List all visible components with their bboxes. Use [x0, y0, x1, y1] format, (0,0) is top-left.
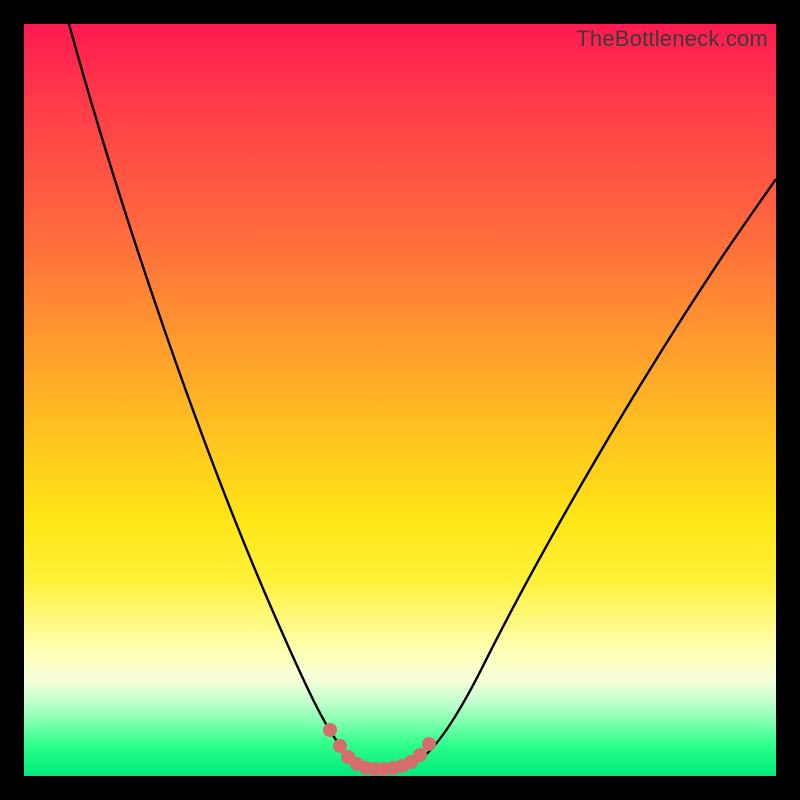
flat-region-dots — [323, 723, 436, 776]
plot-area: TheBottleneck.com — [24, 24, 776, 776]
bottleneck-curve — [24, 24, 776, 776]
chart-frame: TheBottleneck.com — [0, 0, 800, 800]
curve-path — [69, 24, 776, 768]
